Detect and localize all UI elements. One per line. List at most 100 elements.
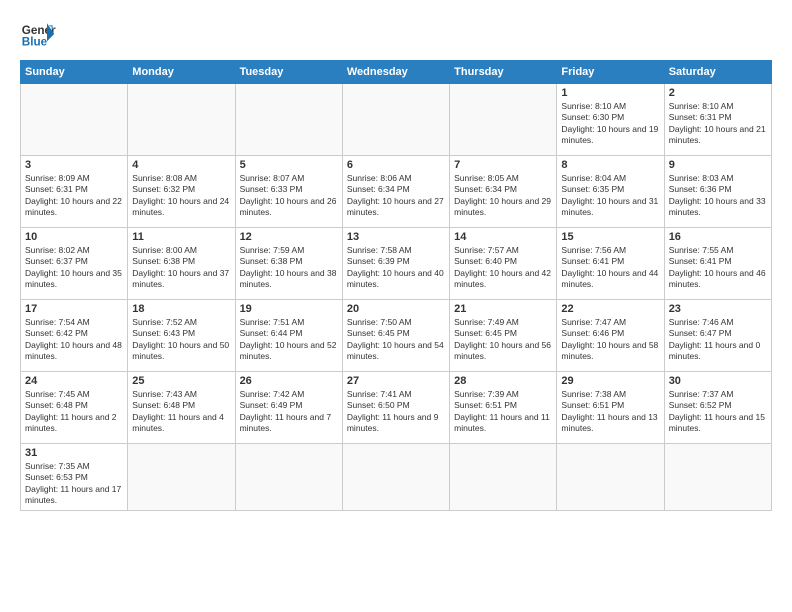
weekday-header-tuesday: Tuesday — [235, 61, 342, 84]
day-number: 18 — [132, 303, 230, 315]
day-info: Sunrise: 7:58 AM Sunset: 6:39 PM Dayligh… — [347, 245, 444, 289]
page: General Blue SundayMondayTuesdayWednesda… — [0, 0, 792, 521]
weekday-header-saturday: Saturday — [664, 61, 771, 84]
calendar-cell: 25 Sunrise: 7:43 AM Sunset: 6:48 PM Dayli… — [128, 372, 235, 444]
day-info: Sunrise: 8:00 AM Sunset: 6:38 PM Dayligh… — [132, 245, 229, 289]
header: General Blue — [20, 16, 772, 52]
calendar-cell: 2 Sunrise: 8:10 AM Sunset: 6:31 PM Daylig… — [664, 84, 771, 156]
day-number: 2 — [669, 87, 767, 99]
day-info: Sunrise: 7:47 AM Sunset: 6:46 PM Dayligh… — [561, 317, 658, 361]
day-info: Sunrise: 7:35 AM Sunset: 6:53 PM Dayligh… — [25, 461, 121, 505]
day-number: 19 — [240, 303, 338, 315]
day-info: Sunrise: 7:43 AM Sunset: 6:48 PM Dayligh… — [132, 389, 224, 433]
day-number: 23 — [669, 303, 767, 315]
calendar-cell — [557, 444, 664, 511]
calendar-cell — [235, 444, 342, 511]
calendar-cell: 15 Sunrise: 7:56 AM Sunset: 6:41 PM Dayli… — [557, 228, 664, 300]
day-info: Sunrise: 7:41 AM Sunset: 6:50 PM Dayligh… — [347, 389, 439, 433]
day-number: 25 — [132, 375, 230, 387]
weekday-header-sunday: Sunday — [21, 61, 128, 84]
calendar-week-row: 24Sunrise: 7:45 AM Sunset: 6:48 PM Dayli… — [21, 372, 772, 444]
calendar-cell: 9 Sunrise: 8:03 AM Sunset: 6:36 PM Daylig… — [664, 156, 771, 228]
calendar-cell — [128, 84, 235, 156]
day-info: Sunrise: 7:42 AM Sunset: 6:49 PM Dayligh… — [240, 389, 332, 433]
day-info: Sunrise: 7:49 AM Sunset: 6:45 PM Dayligh… — [454, 317, 551, 361]
day-number: 15 — [561, 231, 659, 243]
day-info: Sunrise: 8:05 AM Sunset: 6:34 PM Dayligh… — [454, 173, 551, 217]
day-number: 7 — [454, 159, 552, 171]
calendar-cell — [342, 444, 449, 511]
day-info: Sunrise: 7:55 AM Sunset: 6:41 PM Dayligh… — [669, 245, 766, 289]
day-info: Sunrise: 8:10 AM Sunset: 6:31 PM Dayligh… — [669, 101, 766, 145]
day-number: 17 — [25, 303, 123, 315]
logo: General Blue — [20, 16, 56, 52]
day-number: 1 — [561, 87, 659, 99]
day-info: Sunrise: 8:06 AM Sunset: 6:34 PM Dayligh… — [347, 173, 444, 217]
calendar-cell — [21, 84, 128, 156]
calendar-cell: 27 Sunrise: 7:41 AM Sunset: 6:50 PM Dayli… — [342, 372, 449, 444]
weekday-header-friday: Friday — [557, 61, 664, 84]
day-info: Sunrise: 7:51 AM Sunset: 6:44 PM Dayligh… — [240, 317, 337, 361]
calendar-cell: 17 Sunrise: 7:54 AM Sunset: 6:42 PM Dayli… — [21, 300, 128, 372]
day-number: 12 — [240, 231, 338, 243]
day-info: Sunrise: 7:46 AM Sunset: 6:47 PM Dayligh… — [669, 317, 761, 361]
day-number: 26 — [240, 375, 338, 387]
calendar-week-row: 10Sunrise: 8:02 AM Sunset: 6:37 PM Dayli… — [21, 228, 772, 300]
day-info: Sunrise: 8:04 AM Sunset: 6:35 PM Dayligh… — [561, 173, 658, 217]
calendar-cell — [342, 84, 449, 156]
day-info: Sunrise: 7:56 AM Sunset: 6:41 PM Dayligh… — [561, 245, 658, 289]
calendar-cell — [450, 84, 557, 156]
day-number: 9 — [669, 159, 767, 171]
day-number: 6 — [347, 159, 445, 171]
day-number: 29 — [561, 375, 659, 387]
weekday-header-monday: Monday — [128, 61, 235, 84]
day-info: Sunrise: 7:39 AM Sunset: 6:51 PM Dayligh… — [454, 389, 550, 433]
day-info: Sunrise: 8:08 AM Sunset: 6:32 PM Dayligh… — [132, 173, 229, 217]
calendar-week-row: 31 Sunrise: 7:35 AM Sunset: 6:53 PM Dayli… — [21, 444, 772, 511]
day-info: Sunrise: 7:57 AM Sunset: 6:40 PM Dayligh… — [454, 245, 551, 289]
calendar-cell: 13 Sunrise: 7:58 AM Sunset: 6:39 PM Dayli… — [342, 228, 449, 300]
day-number: 13 — [347, 231, 445, 243]
calendar-cell: 24Sunrise: 7:45 AM Sunset: 6:48 PM Dayli… — [21, 372, 128, 444]
day-number: 16 — [669, 231, 767, 243]
day-number: 28 — [454, 375, 552, 387]
day-number: 30 — [669, 375, 767, 387]
calendar-cell: 22Sunrise: 7:47 AM Sunset: 6:46 PM Dayli… — [557, 300, 664, 372]
calendar-cell: 10Sunrise: 8:02 AM Sunset: 6:37 PM Dayli… — [21, 228, 128, 300]
day-info: Sunrise: 7:52 AM Sunset: 6:43 PM Dayligh… — [132, 317, 229, 361]
day-info: Sunrise: 7:50 AM Sunset: 6:45 PM Dayligh… — [347, 317, 444, 361]
calendar-cell: 29 Sunrise: 7:38 AM Sunset: 6:51 PM Dayli… — [557, 372, 664, 444]
day-info: Sunrise: 7:38 AM Sunset: 6:51 PM Dayligh… — [561, 389, 657, 433]
weekday-header-row: SundayMondayTuesdayWednesdayThursdayFrid… — [21, 61, 772, 84]
day-info: Sunrise: 7:59 AM Sunset: 6:38 PM Dayligh… — [240, 245, 337, 289]
calendar-cell: 3Sunrise: 8:09 AM Sunset: 6:31 PM Daylig… — [21, 156, 128, 228]
weekday-header-wednesday: Wednesday — [342, 61, 449, 84]
day-info: Sunrise: 7:54 AM Sunset: 6:42 PM Dayligh… — [25, 317, 122, 361]
day-number: 11 — [132, 231, 230, 243]
calendar-week-row: 17 Sunrise: 7:54 AM Sunset: 6:42 PM Dayli… — [21, 300, 772, 372]
calendar-cell: 12 Sunrise: 7:59 AM Sunset: 6:38 PM Dayli… — [235, 228, 342, 300]
day-info: Sunrise: 7:45 AM Sunset: 6:48 PM Dayligh… — [25, 389, 117, 433]
calendar-week-row: 1 Sunrise: 8:10 AM Sunset: 6:30 PM Daylig… — [21, 84, 772, 156]
day-number: 31 — [25, 447, 123, 459]
svg-text:Blue: Blue — [22, 36, 48, 49]
calendar-cell — [664, 444, 771, 511]
day-info: Sunrise: 8:10 AM Sunset: 6:30 PM Dayligh… — [561, 101, 658, 145]
calendar-cell: 28 Sunrise: 7:39 AM Sunset: 6:51 PM Dayli… — [450, 372, 557, 444]
day-number: 27 — [347, 375, 445, 387]
day-info: Sunrise: 8:03 AM Sunset: 6:36 PM Dayligh… — [669, 173, 766, 217]
day-info: Sunrise: 8:09 AM Sunset: 6:31 PM Dayligh… — [25, 173, 122, 217]
day-number: 4 — [132, 159, 230, 171]
day-number: 14 — [454, 231, 552, 243]
calendar-cell: 31 Sunrise: 7:35 AM Sunset: 6:53 PM Dayli… — [21, 444, 128, 511]
calendar-cell — [450, 444, 557, 511]
calendar-cell: 21 Sunrise: 7:49 AM Sunset: 6:45 PM Dayli… — [450, 300, 557, 372]
day-number: 21 — [454, 303, 552, 315]
day-info: Sunrise: 7:37 AM Sunset: 6:52 PM Dayligh… — [669, 389, 765, 433]
calendar-cell: 20Sunrise: 7:50 AM Sunset: 6:45 PM Dayli… — [342, 300, 449, 372]
calendar-cell: 6 Sunrise: 8:06 AM Sunset: 6:34 PM Daylig… — [342, 156, 449, 228]
calendar-cell: 16 Sunrise: 7:55 AM Sunset: 6:41 PM Dayli… — [664, 228, 771, 300]
day-info: Sunrise: 8:02 AM Sunset: 6:37 PM Dayligh… — [25, 245, 122, 289]
calendar-cell: 19 Sunrise: 7:51 AM Sunset: 6:44 PM Dayli… — [235, 300, 342, 372]
calendar-cell: 26 Sunrise: 7:42 AM Sunset: 6:49 PM Dayli… — [235, 372, 342, 444]
